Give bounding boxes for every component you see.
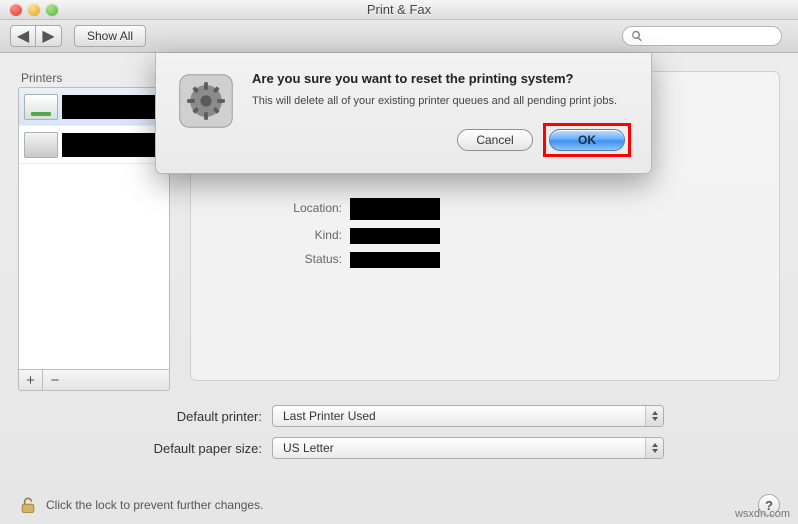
popup-arrows-icon bbox=[645, 406, 663, 426]
status-value-redacted bbox=[350, 252, 440, 268]
default-printer-value: Last Printer Used bbox=[283, 409, 376, 423]
add-printer-button[interactable]: + bbox=[19, 370, 43, 390]
printer-icon bbox=[24, 132, 58, 158]
dialog-title: Are you sure you want to reset the print… bbox=[252, 71, 631, 88]
kind-label: Kind: bbox=[190, 228, 350, 244]
location-value-redacted bbox=[350, 198, 440, 220]
default-paper-value: US Letter bbox=[283, 441, 334, 455]
kind-value-redacted bbox=[350, 228, 440, 244]
window-title: Print & Fax bbox=[0, 2, 798, 17]
defaults-section: Default printer: Last Printer Used Defau… bbox=[58, 405, 780, 469]
add-remove-bar: + − bbox=[18, 370, 170, 391]
unlock-icon[interactable] bbox=[18, 494, 38, 516]
remove-printer-button[interactable]: − bbox=[43, 370, 67, 390]
reset-confirm-sheet: Are you sure you want to reset the print… bbox=[155, 53, 652, 174]
printers-sidebar: Printers + − bbox=[18, 71, 170, 391]
printer-name-redacted bbox=[62, 133, 164, 157]
forward-button[interactable]: ▶ bbox=[36, 25, 62, 47]
show-all-button[interactable]: Show All bbox=[74, 25, 146, 47]
printer-name-redacted bbox=[62, 95, 164, 119]
printers-list[interactable] bbox=[18, 87, 170, 370]
printer-item-2[interactable] bbox=[19, 126, 169, 164]
lock-row: Click the lock to prevent further change… bbox=[18, 494, 780, 516]
default-printer-label: Default printer: bbox=[58, 409, 272, 424]
nav-segment: ◀ ▶ bbox=[10, 25, 62, 47]
location-label: Location: bbox=[190, 201, 350, 220]
watermark: wsxdn.com bbox=[735, 508, 790, 520]
back-button[interactable]: ◀ bbox=[10, 25, 36, 47]
ok-button[interactable]: OK bbox=[549, 129, 625, 151]
dialog-message: This will delete all of your existing pr… bbox=[252, 94, 631, 109]
lock-text: Click the lock to prevent further change… bbox=[46, 498, 750, 512]
printers-header: Printers bbox=[18, 71, 170, 85]
default-paper-label: Default paper size: bbox=[58, 441, 272, 456]
default-printer-popup[interactable]: Last Printer Used bbox=[272, 405, 664, 427]
search-field[interactable] bbox=[622, 26, 782, 46]
printer-item-1[interactable] bbox=[19, 88, 169, 126]
default-paper-popup[interactable]: US Letter bbox=[272, 437, 664, 459]
titlebar: Print & Fax bbox=[0, 0, 798, 20]
print-fax-window: Print & Fax ◀ ▶ Show All Printers bbox=[0, 0, 798, 524]
system-prefs-icon bbox=[176, 71, 236, 131]
search-input[interactable] bbox=[647, 30, 773, 42]
ok-highlight-box: OK bbox=[543, 123, 631, 157]
printer-icon bbox=[24, 94, 58, 120]
status-label: Status: bbox=[190, 252, 350, 268]
toolbar: ◀ ▶ Show All bbox=[0, 20, 798, 53]
cancel-button[interactable]: Cancel bbox=[457, 129, 533, 151]
search-icon bbox=[631, 30, 643, 42]
popup-arrows-icon bbox=[645, 438, 663, 458]
